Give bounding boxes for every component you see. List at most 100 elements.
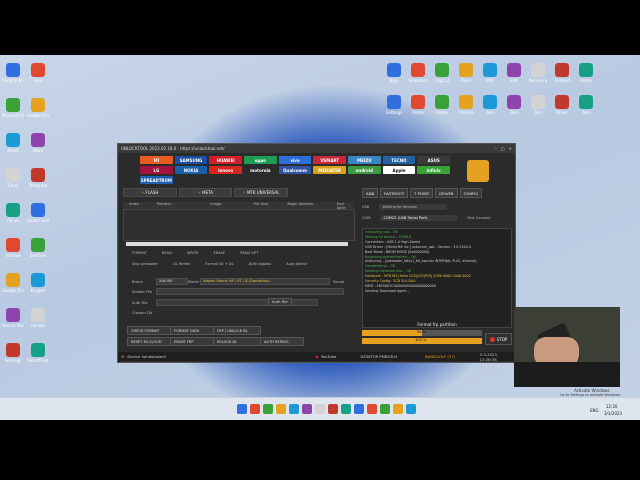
- relock-bl-button[interactable]: RELOCK BL: [213, 337, 261, 346]
- checkbox-auth-bypass[interactable]: AUth bypass: [244, 262, 272, 266]
- desktop-icon[interactable]: Folder: [577, 63, 595, 83]
- format-data-button[interactable]: FORMAT DATA: [170, 326, 214, 335]
- desktop-icon[interactable]: Driver: [553, 95, 571, 115]
- desktop-icon[interactable]: Android: [553, 63, 571, 83]
- taskbar-app-icon[interactable]: [250, 404, 260, 414]
- taskbar-app-icon[interactable]: [380, 404, 390, 414]
- desktop-icon[interactable]: Settings: [4, 343, 22, 363]
- youtube-link[interactable]: YouTube: [321, 354, 361, 359]
- brand-spreadtrum[interactable]: SPREADTRUM: [140, 176, 173, 184]
- brand-tecno[interactable]: TECNO: [382, 156, 416, 164]
- checkbox-read-gpt[interactable]: READ GPT: [235, 251, 258, 255]
- checkbox-write[interactable]: WRITE: [182, 251, 199, 255]
- brand-asus[interactable]: ASUS: [417, 156, 450, 164]
- brand-lg[interactable]: LG: [140, 166, 173, 174]
- taskbar-app-icon[interactable]: [263, 404, 273, 414]
- desktop-icon[interactable]: Sentinel: [29, 238, 47, 258]
- brand-infinix[interactable]: infinix: [417, 166, 450, 174]
- brand-select[interactable]: XIAOMI: [156, 278, 188, 285]
- taskbar-app-icon[interactable]: [328, 404, 338, 414]
- desktop-icon[interactable]: Folder: [433, 95, 451, 115]
- desktop-icon[interactable]: Snapchat: [409, 63, 427, 83]
- desktop-icon[interactable]: Folder: [409, 95, 427, 115]
- com-select[interactable]: COM22 (USB Serial Port): [380, 215, 458, 221]
- desktop-icon[interactable]: Recovery: [529, 63, 547, 83]
- desktop-icon[interactable]: Update: [29, 308, 47, 328]
- taskbar-app-icon[interactable]: [289, 404, 299, 414]
- desktop-icon[interactable]: Excel: [4, 168, 22, 188]
- brand-huawei[interactable]: HUAWEI: [209, 156, 242, 164]
- desktop-icon[interactable]: Telegram: [29, 168, 47, 188]
- brand-android[interactable]: android: [348, 166, 381, 174]
- desktop-icon[interactable]: Edit: [505, 63, 523, 83]
- checkbox-erase[interactable]: ERASE: [208, 251, 225, 255]
- brand-apple[interactable]: Apple: [382, 166, 416, 174]
- desktop-icon[interactable]: Global Unlock: [27, 203, 49, 223]
- desktop-icon[interactable]: Tool: [481, 95, 499, 115]
- taskbar-app-icon[interactable]: [406, 404, 416, 414]
- tray-date[interactable]: 3/3/2023: [604, 411, 622, 416]
- checkbox-auto-detect[interactable]: Auto detect: [281, 262, 307, 266]
- taskbar-app-icon[interactable]: [302, 404, 312, 414]
- tray-lang[interactable]: ENG: [590, 408, 599, 413]
- brand-mediatek[interactable]: MEDIATEK: [313, 166, 346, 174]
- frp-unlock-bl-button[interactable]: FRP / UNLOCK BL: [213, 326, 261, 335]
- desktop-icon[interactable]: Acrobat: [4, 238, 22, 258]
- desktop-icon[interactable]: Bigo: [385, 63, 403, 83]
- desktop-icon[interactable]: Tool: [529, 95, 547, 115]
- desktop-icon[interactable]: Flash: [457, 63, 475, 83]
- desktop-icon[interactable]: Keygen: [29, 273, 47, 293]
- brand-lenovo[interactable]: lenovo: [209, 166, 242, 174]
- checkbox-read[interactable]: READ: [157, 251, 172, 255]
- support-chat-icon[interactable]: [467, 160, 489, 182]
- desktop-icon[interactable]: SmartFlash: [27, 343, 49, 363]
- desktop-icon[interactable]: Recycle Bin: [2, 63, 24, 83]
- brand-nokia[interactable]: NOKIA: [174, 166, 208, 174]
- brand-qualcomm[interactable]: Qualcomm: [278, 166, 312, 174]
- taskbar-app-icon[interactable]: [315, 404, 325, 414]
- tray-time[interactable]: 12:26: [606, 404, 618, 409]
- desktop-icon[interactable]: Secure Boot: [2, 308, 24, 328]
- auth-file-button[interactable]: Auth File: [268, 298, 292, 306]
- taskbar-app-icon[interactable]: [341, 404, 351, 414]
- desktop-icon[interactable]: Tool: [577, 95, 595, 115]
- maximize-button[interactable]: □: [501, 146, 505, 151]
- desktop-icon[interactable]: PDF: [481, 63, 499, 83]
- taskbar-app-icon[interactable]: [393, 404, 403, 414]
- partition-grid[interactable]: [123, 209, 355, 241]
- desktop-icon[interactable]: iTunes: [4, 203, 22, 223]
- desktop-icon[interactable]: Google Drive: [2, 273, 24, 293]
- erase-frp-button[interactable]: ERASE FRP: [170, 337, 214, 346]
- close-button[interactable]: ×: [509, 146, 512, 151]
- minimize-button[interactable]: –: [495, 146, 497, 151]
- desktop-icon[interactable]: Microsoft Edge: [2, 98, 24, 118]
- reset-mi-cloud-button[interactable]: RESET MI CLOUD: [127, 337, 171, 346]
- youtube-icon[interactable]: ▶: [316, 354, 319, 359]
- desktop-icon[interactable]: Avast: [4, 133, 22, 153]
- checkbox-dl-redmi[interactable]: DL Redmi: [168, 262, 190, 266]
- desktop-icon[interactable]: Tool: [505, 95, 523, 115]
- stop-button[interactable]: STOP: [485, 333, 512, 345]
- desktop-icon[interactable]: Google Chrome: [27, 98, 49, 118]
- taskbar-app-icon[interactable]: [354, 404, 364, 414]
- start-icon[interactable]: [237, 404, 247, 414]
- brand-meizu[interactable]: MEIZU: [348, 156, 381, 164]
- desktop-icon[interactable]: Settings: [385, 95, 403, 115]
- grid-scrollbar[interactable]: [126, 242, 348, 246]
- tab-config[interactable]: CONFIG: [459, 188, 483, 198]
- brand-motorola[interactable]: motorola: [244, 166, 277, 174]
- brand-mi[interactable]: MI: [140, 156, 173, 164]
- checkbox-skip-preloader[interactable]: Skip preloader: [127, 262, 158, 266]
- taskbar-app-icon[interactable]: [276, 404, 286, 414]
- desktop-icon[interactable]: Word: [29, 133, 47, 153]
- scatter-input[interactable]: [156, 288, 344, 295]
- tab-flash[interactable]: ⚡ FLASH: [123, 188, 177, 197]
- desktop-icon[interactable]: Chrome: [457, 95, 475, 115]
- tab-tpoint[interactable]: T POINT: [410, 188, 434, 198]
- tab-meta[interactable]: ⚡ META: [178, 188, 233, 197]
- fast-connect-checkbox[interactable]: Fast Connect: [467, 216, 490, 220]
- desktop-icon[interactable]: CapCut: [433, 63, 451, 83]
- desktop-icon[interactable]: Eset: [29, 63, 47, 83]
- checkbox-format-all-dl[interactable]: Format All + DL: [200, 262, 233, 266]
- tab-mtk-universal[interactable]: ⚡ MTK UNIVERSAL: [234, 188, 289, 197]
